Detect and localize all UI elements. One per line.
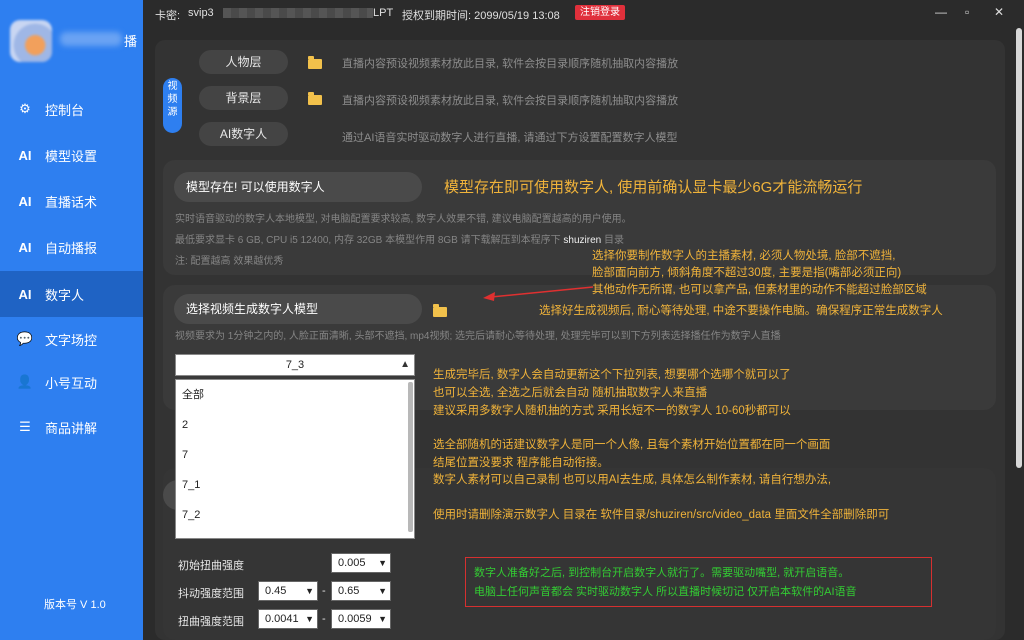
sidebar-item-auto-broadcast[interactable]: AI 自动播报 (0, 224, 143, 270)
ai-icon: AI (18, 193, 32, 209)
param-label-initial-distortion: 初始扭曲强度 (178, 560, 244, 572)
red-arrow-icon (483, 286, 594, 301)
generate-note-3: 其他动作无所谓, 也可以拿产品, 但素材里的动作不能超过脸部区域 (592, 284, 927, 296)
lower-note-5: 结尾位置没要求 程序能自动衔接。 (433, 457, 609, 469)
sidebar-item-product-explain[interactable]: ☰ 商品讲解 (0, 404, 143, 450)
generate-note-2: 脸部面向前方, 倾斜角度不超过30度, 主要是指(嘴部必须正向) (592, 267, 902, 279)
generate-note-1: 选择你要制作数字人的主播素材, 必须人物处境, 脸部不遮挡, (592, 250, 896, 262)
ai-icon: AI (18, 286, 32, 302)
generate-hint: 视频要求为 1分钟之内的, 人脸正面清晰, 头部不遮挡, mp4视频; 选完后请… (175, 331, 781, 342)
model-annotation: 模型存在即可使用数字人, 使用前确认显卡最少6G才能流畅运行 (444, 179, 863, 196)
model-desc-1: 实时语音驱动的数字人本地模型, 对电脑配置要求较高, 数字人效果不错, 建议电脑… (175, 214, 632, 225)
digital-human-select[interactable]: 7_3 ▲ (175, 354, 415, 376)
option-item[interactable]: 全部 (176, 380, 414, 410)
chevron-up-icon: ▲ (400, 359, 410, 370)
jitter-max-select[interactable]: 0.65 ▼ (331, 581, 391, 601)
sidebar-item-label: 小号互动 (45, 375, 98, 391)
jitter-min-select[interactable]: 0.45 ▼ (258, 581, 318, 601)
ai-icon: AI (18, 147, 32, 163)
app-name: 播 (124, 34, 138, 49)
lower-note-6: 数字人素材可以自己录制 也可以用AI去生成, 具体怎么制作素材, 请自行想办法, (433, 474, 832, 486)
page-scrollbar[interactable] (1016, 28, 1022, 468)
sidebar-item-alt-account[interactable]: 👤 小号互动 (0, 359, 143, 405)
folder-icon[interactable] (308, 56, 322, 69)
option-item[interactable]: 2 (176, 410, 414, 440)
background-layer-button[interactable]: 背景层 (199, 86, 288, 110)
model-desc-3: 注: 配置越高 效果越优秀 (175, 256, 284, 267)
choose-video-button[interactable]: 选择视频生成数字人模型 (174, 294, 422, 324)
model-desc-2: 最低要求显卡 6 GB, CPU i5 12400, 内存 32GB 本模型作用… (175, 235, 625, 246)
app-name-blurred (60, 32, 122, 46)
sidebar-item-console[interactable]: ⚙ 控制台 (0, 86, 143, 132)
app-logo: 播 (10, 18, 138, 68)
maximize-icon[interactable]: ▫ (965, 5, 969, 19)
folder-icon[interactable] (433, 304, 447, 317)
sidebar-item-text-control[interactable]: 💬 文字场控 (0, 316, 143, 362)
video-source-tag: 视频源 (163, 78, 182, 133)
chevron-down-icon: ▼ (378, 586, 387, 596)
chevron-down-icon: ▼ (305, 614, 314, 624)
lower-note-2: 也可以全选, 全选之后就会自动 随机抽取数字人来直播 (433, 387, 708, 399)
sidebar-item-label: 商品讲解 (45, 420, 98, 436)
license-expiry: 授权到期时间: 2099/05/19 13:08 (402, 10, 560, 22)
ai-digital-human-hint: 通过AI语音实时驱动数字人进行直播, 请通过下方设置配置数字人模型 (342, 132, 678, 144)
card-key-tail: LPT (373, 7, 394, 19)
sidebar-item-label: 数字人 (45, 287, 85, 303)
option-item[interactable]: 7_1 (176, 470, 414, 500)
model-status-button[interactable]: 模型存在! 可以使用数字人 (174, 172, 422, 202)
sidebar-item-label: 控制台 (45, 102, 85, 118)
initial-distortion-select[interactable]: 0.005 ▼ (331, 553, 391, 573)
digital-human-options[interactable]: 全部 2 7 7_1 7_2 (175, 379, 415, 539)
sidebar-item-label: 文字场控 (45, 332, 98, 348)
version-label: 版本号 V 1.0 (44, 599, 106, 611)
sidebar-item-label: 直播话术 (45, 194, 98, 210)
lower-note-4: 选全部随机的话建议数字人是同一个人像, 且每个素材开始位置都在同一个画面 (433, 439, 831, 451)
range-separator: - (322, 613, 326, 625)
chevron-down-icon: ▼ (378, 558, 387, 568)
sidebar-item-label: 模型设置 (45, 148, 98, 164)
logo-image (10, 20, 52, 62)
chevron-down-icon: ▼ (378, 614, 387, 624)
minimize-icon[interactable]: — (935, 5, 947, 19)
user-add-icon: 👤 (16, 374, 34, 389)
lower-note-1: 生成完毕后, 数字人会自动更新这个下拉列表, 想要哪个选哪个就可以了 (433, 369, 791, 381)
sidebar: 播 ⚙ 控制台 AI 模型设置 AI 直播话术 AI 自动播报 AI 数字人 💬… (0, 0, 143, 640)
option-item[interactable]: 7_2 (176, 500, 414, 530)
generate-note-4: 选择好生成视频后, 耐心等待处理, 中途不要操作电脑。确保程序正常生成数字人 (539, 305, 943, 317)
chevron-down-icon: ▼ (305, 586, 314, 596)
chat-icon: 💬 (16, 331, 34, 346)
ai-icon: AI (18, 239, 32, 255)
card-key-value: svip3 (188, 7, 214, 19)
lower-note-7: 使用时请删除演示数字人 目录在 软件目录/shuziren/src/video_… (433, 509, 890, 521)
dropdown-scrollbar[interactable] (408, 382, 413, 532)
logout-button[interactable]: 注销登录 (575, 5, 625, 20)
card-key-label: 卡密: (155, 10, 181, 22)
distortion-max-select[interactable]: 0.0059 ▼ (331, 609, 391, 629)
background-layer-hint: 直播内容预设视频素材放此目录, 软件会按目录顺序随机抽取内容播放 (342, 95, 679, 107)
sidebar-item-label: 自动播报 (45, 240, 98, 256)
card-key-masked (223, 8, 373, 18)
green-note-1: 数字人准备好之后, 到控制台开启数字人就行了。需要驱动嘴型, 就开启语音。 (474, 567, 850, 579)
title-bar: 卡密: svip3 LPT 授权到期时间: 2099/05/19 13:08 注… (143, 0, 1024, 26)
green-note-2: 电脑上任何声音都会 实时驱动数字人 所以直播时候切记 仅开启本软件的AI语音 (474, 586, 857, 598)
list-icon: ☰ (19, 419, 31, 434)
param-label-distortion-range: 扭曲强度范围 (178, 616, 244, 628)
folder-icon[interactable] (308, 92, 322, 105)
ai-digital-human-button[interactable]: AI数字人 (199, 122, 288, 146)
range-separator: - (322, 585, 326, 597)
sidebar-item-digital-human[interactable]: AI 数字人 (0, 271, 143, 317)
sidebar-item-model-settings[interactable]: AI 模型设置 (0, 132, 143, 178)
close-icon[interactable]: ✕ (994, 5, 1004, 19)
gear-icon: ⚙ (19, 101, 31, 116)
person-layer-hint: 直播内容预设视频素材放此目录, 软件会按目录顺序随机抽取内容播放 (342, 58, 679, 70)
param-label-jitter-range: 抖动强度范围 (178, 588, 244, 600)
person-layer-button[interactable]: 人物层 (199, 50, 288, 74)
option-item[interactable]: 7 (176, 440, 414, 470)
distortion-min-select[interactable]: 0.0041 ▼ (258, 609, 318, 629)
sidebar-item-live-script[interactable]: AI 直播话术 (0, 178, 143, 224)
lower-note-3: 建议采用多数字人随机抽的方式 采用长短不一的数字人 10-60秒都可以 (433, 405, 791, 417)
